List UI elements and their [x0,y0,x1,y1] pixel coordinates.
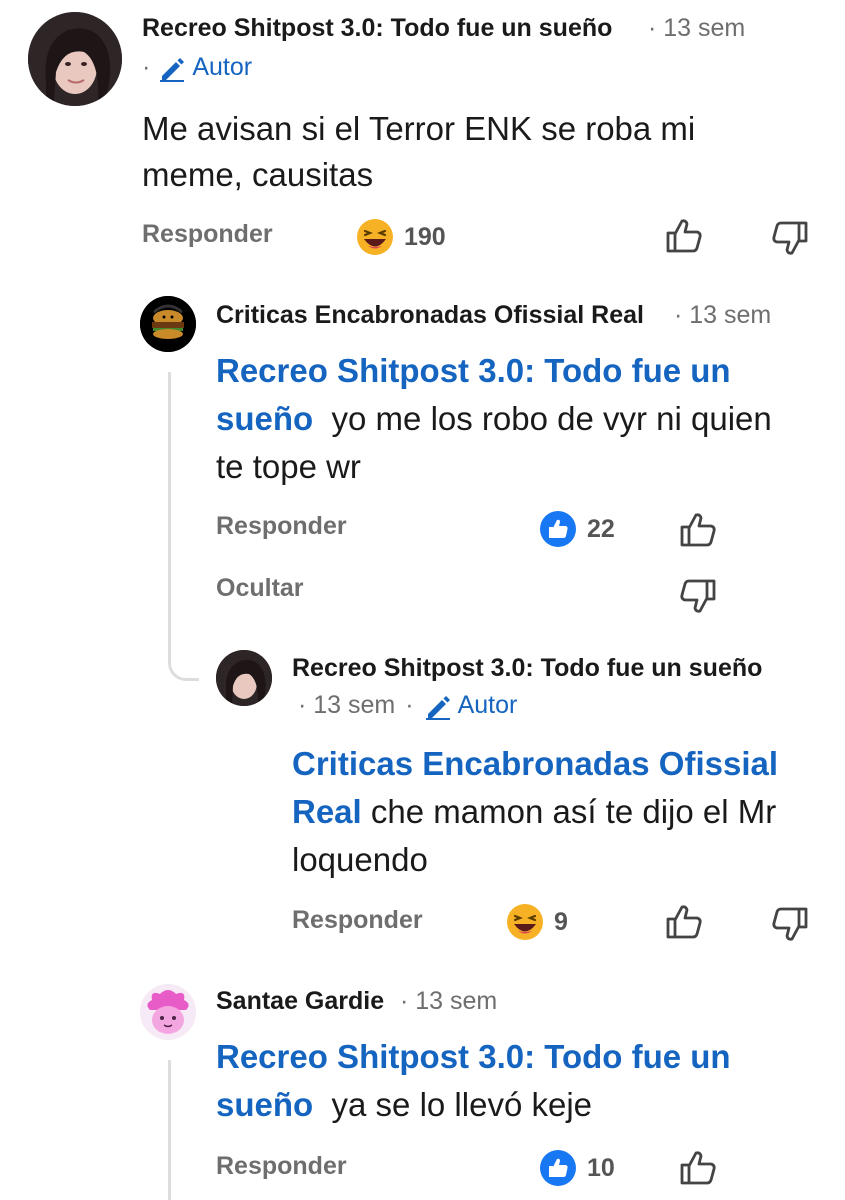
like-icon[interactable] [678,1148,718,1188]
pencil-icon [160,57,185,82]
haha-emoji-icon [357,219,393,255]
thread-line [168,372,199,681]
avatar[interactable] [28,12,122,106]
like-reaction-icon [540,511,576,547]
comment-text-body: ya se lo llevó keje [331,1086,593,1123]
reply-button[interactable]: Responder [216,1152,347,1181]
comment-time: · 13 sem [674,301,772,329]
comment-text: Recreo Shitpost 3.0: Todo fue un sueño y… [216,347,791,491]
comment-time: · 13 sem [298,691,396,719]
reply-button[interactable]: Responder [292,906,423,935]
comment-author[interactable]: Recreo Shitpost 3.0: Todo fue un sueño [292,654,762,683]
like-icon[interactable] [664,216,704,256]
comment-text: Criticas Encabronadas Ofissial Real che … [292,740,832,884]
reply-button[interactable]: Responder [216,512,347,541]
like-icon[interactable] [664,902,704,942]
hide-button[interactable]: Ocultar [216,574,304,603]
author-badge-label: Autor [192,53,253,81]
comment-text: Recreo Shitpost 3.0: Todo fue un sueño y… [216,1033,791,1129]
reaction-summary[interactable]: 190 [356,218,446,256]
author-badge-label: Autor [457,691,518,719]
comment-author[interactable]: Santae Gardie [216,987,384,1016]
meta-separator: · [142,53,151,81]
avatar[interactable] [140,984,196,1040]
reaction-count: 22 [587,514,615,543]
comment-time: · 13 sem [400,987,498,1015]
dislike-icon[interactable] [678,576,718,616]
author-badge: Autor [424,691,518,720]
author-badge: Autor [158,53,252,82]
user-avatar-image [140,984,196,1040]
avatar[interactable] [216,650,272,706]
reply-button[interactable]: Responder [142,220,273,249]
thread-line [168,1060,174,1200]
meta-separator: · [405,691,414,719]
user-avatar-image [28,12,122,106]
reaction-count: 10 [587,1153,615,1182]
pencil-icon [425,695,450,720]
dislike-icon[interactable] [770,218,810,258]
reaction-count: 190 [404,222,446,251]
reaction-count: 9 [554,907,568,936]
haha-emoji-icon [507,904,543,940]
comment-time: · 13 sem [648,14,746,42]
like-icon[interactable] [678,510,718,550]
like-reaction-icon [540,1150,576,1186]
avatar[interactable] [140,296,196,352]
reaction-summary[interactable]: 10 [539,1149,615,1187]
reaction-summary[interactable]: 22 [539,510,615,548]
user-avatar-image [216,650,272,706]
dislike-icon[interactable] [770,904,810,944]
comment-author[interactable]: Criticas Encabronadas Ofissial Real [216,301,644,330]
reaction-summary[interactable]: 9 [506,903,568,941]
comment-text-body: che mamon así te dijo el Mr loquendo [292,793,777,878]
comment-text: Me avisan si el Terror ENK se roba mi me… [142,110,696,193]
page-avatar-image [140,296,196,352]
comment-author[interactable]: Recreo Shitpost 3.0: Todo fue un sueño [142,14,612,43]
